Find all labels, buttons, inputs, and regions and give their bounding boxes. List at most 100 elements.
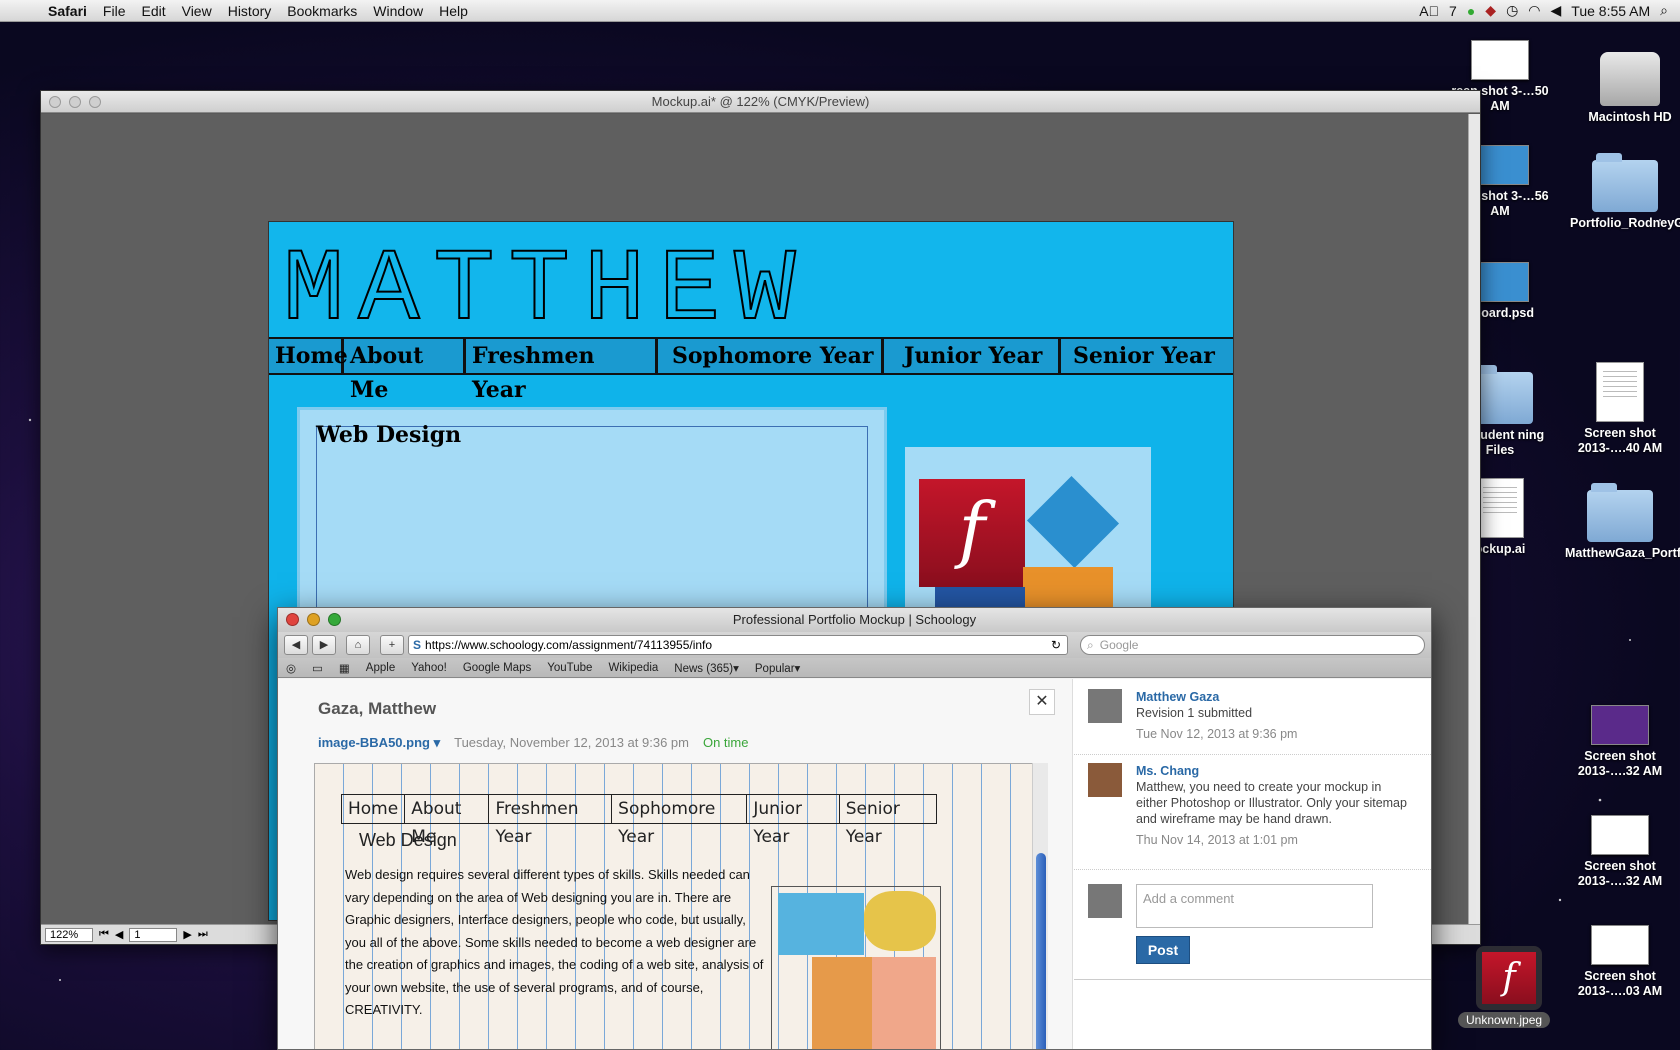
document-title: Mockup.ai* @ 122% (CMYK/Preview) [651, 94, 870, 109]
dreamweaver-logo-icon [1026, 475, 1120, 569]
submission-pane: Gaza, Matthew ✕ image-BBA50.png ▾ Tuesda… [278, 679, 1073, 1049]
shield-icon[interactable]: ◆ [1485, 2, 1496, 19]
desktop-icon-matthewgaza-portfolio[interactable]: MatthewGaza_Portfolio [1565, 483, 1680, 561]
flash-player-icon: f [1482, 952, 1536, 1004]
bookmarks-book-icon[interactable]: ▭ [312, 661, 323, 675]
desktop-icon-screenshot-5[interactable]: Screen shot 2013-….32 AM [1565, 815, 1675, 889]
comment-text: Revision 1 submitted [1136, 706, 1253, 720]
home-button[interactable]: ⌂ [346, 635, 370, 655]
screenshot-thumbnail-icon [1591, 815, 1649, 855]
nav-freshmen: Freshmen Year [466, 339, 658, 403]
comment-author[interactable]: Ms. Chang [1136, 763, 1416, 779]
bookmark-news[interactable]: News (365)▾ [674, 661, 739, 675]
comment-author[interactable]: Matthew Gaza [1136, 689, 1416, 705]
image-scrollbar[interactable] [1032, 763, 1048, 1049]
add-comment-input[interactable]: Add a comment [1136, 884, 1373, 928]
zoom-button[interactable] [89, 96, 101, 108]
sketch-photoshop-icon [778, 893, 864, 955]
avatar [1088, 763, 1122, 797]
text-frame [316, 426, 868, 626]
avatar [1088, 884, 1122, 918]
bookmark-popular[interactable]: Popular▾ [755, 661, 800, 675]
spotlight-icon[interactable]: ⌕ [1660, 2, 1668, 19]
dock-item-label: Unknown.jpeg [1458, 1012, 1551, 1028]
submitted-time: Tuesday, November 12, 2013 at 9:36 pm [454, 735, 689, 750]
folder-icon [1592, 153, 1658, 212]
bookmark-yahoo[interactable]: Yahoo! [411, 662, 447, 674]
top-sites-icon[interactable]: ▦ [339, 661, 350, 675]
last-page-icon[interactable]: ⏭ [198, 928, 208, 941]
menu-bookmarks[interactable]: Bookmarks [279, 3, 365, 19]
clock[interactable]: Tue 8:55 AM [1571, 3, 1650, 19]
minimize-button[interactable] [69, 96, 81, 108]
add-bookmark-button[interactable]: + [380, 635, 404, 655]
close-button[interactable] [49, 96, 61, 108]
bookmark-apple[interactable]: Apple [366, 662, 395, 674]
page-select[interactable]: 1 [129, 927, 178, 942]
bookmark-wikipedia[interactable]: Wikipedia [608, 662, 658, 674]
bookmark-youtube[interactable]: YouTube [547, 662, 592, 674]
banner: MATTHEW [269, 222, 1233, 350]
dock-item[interactable]: f [1476, 946, 1542, 1010]
illustrator-title-bar[interactable]: Mockup.ai* @ 122% (CMYK/Preview) [41, 91, 1480, 113]
menu-file[interactable]: File [95, 3, 134, 19]
divider [1074, 979, 1431, 980]
desktop-icon-macintosh-hd[interactable]: Macintosh HD [1575, 52, 1680, 125]
volume-icon[interactable]: ◀ [1551, 2, 1562, 19]
comments-pane: Matthew Gaza Revision 1 submitted Tue No… [1074, 679, 1431, 1049]
sync-icon[interactable]: ● [1467, 3, 1475, 19]
time-machine-icon[interactable]: ◷ [1506, 2, 1518, 19]
search-placeholder: Google [1099, 638, 1139, 652]
wifi-icon[interactable]: ◠ [1528, 2, 1540, 19]
first-page-icon[interactable]: ⏮ [99, 928, 109, 941]
desktop-icon-screenshot-3[interactable]: Screen shot 2013-….40 AM [1565, 362, 1675, 456]
close-button[interactable] [286, 613, 299, 626]
desktop-icon-portfolio-rodney[interactable]: Portfolio_RodneyGarvey [1570, 153, 1680, 231]
flash-logo-icon: f [919, 479, 1025, 587]
adobe-count: 7 [1449, 2, 1457, 19]
next-page-icon[interactable]: ▶ [183, 928, 191, 941]
prev-page-icon[interactable]: ◀ [115, 928, 123, 941]
vertical-scrollbar[interactable] [1468, 114, 1480, 924]
desktop-icon-screenshot-4[interactable]: Screen shot 2013-….32 AM [1565, 705, 1675, 779]
bookmarks-bar: ◎ ▭ ▦ Apple Yahoo! Google Maps YouTube W… [278, 658, 1431, 678]
avatar [1088, 689, 1122, 723]
schoology-page: Gaza, Matthew ✕ image-BBA50.png ▾ Tuesda… [278, 679, 1431, 1049]
menu-history[interactable]: History [220, 3, 280, 19]
address-bar[interactable]: S https://www.schoology.com/assignment/7… [408, 635, 1068, 655]
menu-view[interactable]: View [174, 3, 220, 19]
comment-text: Matthew, you need to create your mockup … [1136, 780, 1407, 826]
safari-title-bar[interactable]: Professional Portfolio Mockup | Schoolog… [278, 608, 1431, 632]
back-button[interactable]: ◀ [284, 635, 308, 655]
zoom-button[interactable] [328, 613, 341, 626]
zoom-select[interactable]: 122% [45, 927, 93, 942]
menu-bar: Safari File Edit View History Bookmarks … [0, 0, 1680, 22]
search-field[interactable]: ⌕ Google [1080, 635, 1425, 655]
forward-button[interactable]: ▶ [312, 635, 336, 655]
menu-edit[interactable]: Edit [133, 3, 173, 19]
file-link[interactable]: image-BBA50.png ▾ [318, 735, 440, 751]
content-title: Web Design [316, 422, 462, 448]
comment-time: Thu Nov 14, 2013 at 1:01 pm [1136, 833, 1298, 847]
nav-senior: Senior Year [1073, 343, 1215, 369]
reading-list-icon[interactable]: ◎ [286, 661, 296, 675]
screenshot-thumbnail-icon [1591, 705, 1649, 745]
divider [1074, 754, 1431, 755]
close-submission-button[interactable]: ✕ [1029, 689, 1055, 715]
menu-help[interactable]: Help [431, 3, 476, 19]
adobe-status-icon[interactable]: A⃞ [1419, 3, 1439, 19]
desktop-icon-screenshot-6[interactable]: Screen shot 2013-….03 AM [1565, 925, 1675, 999]
submission-meta: image-BBA50.png ▾ Tuesday, November 12, … [318, 735, 748, 751]
student-name: Gaza, Matthew [318, 699, 437, 718]
menu-window[interactable]: Window [365, 3, 431, 19]
divider [1074, 869, 1431, 870]
search-icon: ⌕ [1087, 638, 1094, 652]
post-button[interactable]: Post [1136, 936, 1190, 964]
bookmark-google-maps[interactable]: Google Maps [463, 662, 531, 674]
scrollbar-thumb[interactable] [1036, 853, 1046, 1049]
screenshot-thumbnail-icon [1471, 40, 1529, 80]
minimize-button[interactable] [307, 613, 320, 626]
safari-toolbar: ◀ ▶ ⌂ + S https://www.schoology.com/assi… [278, 632, 1431, 658]
menu-app[interactable]: Safari [40, 3, 95, 19]
reload-icon[interactable]: ↻ [1051, 636, 1067, 654]
